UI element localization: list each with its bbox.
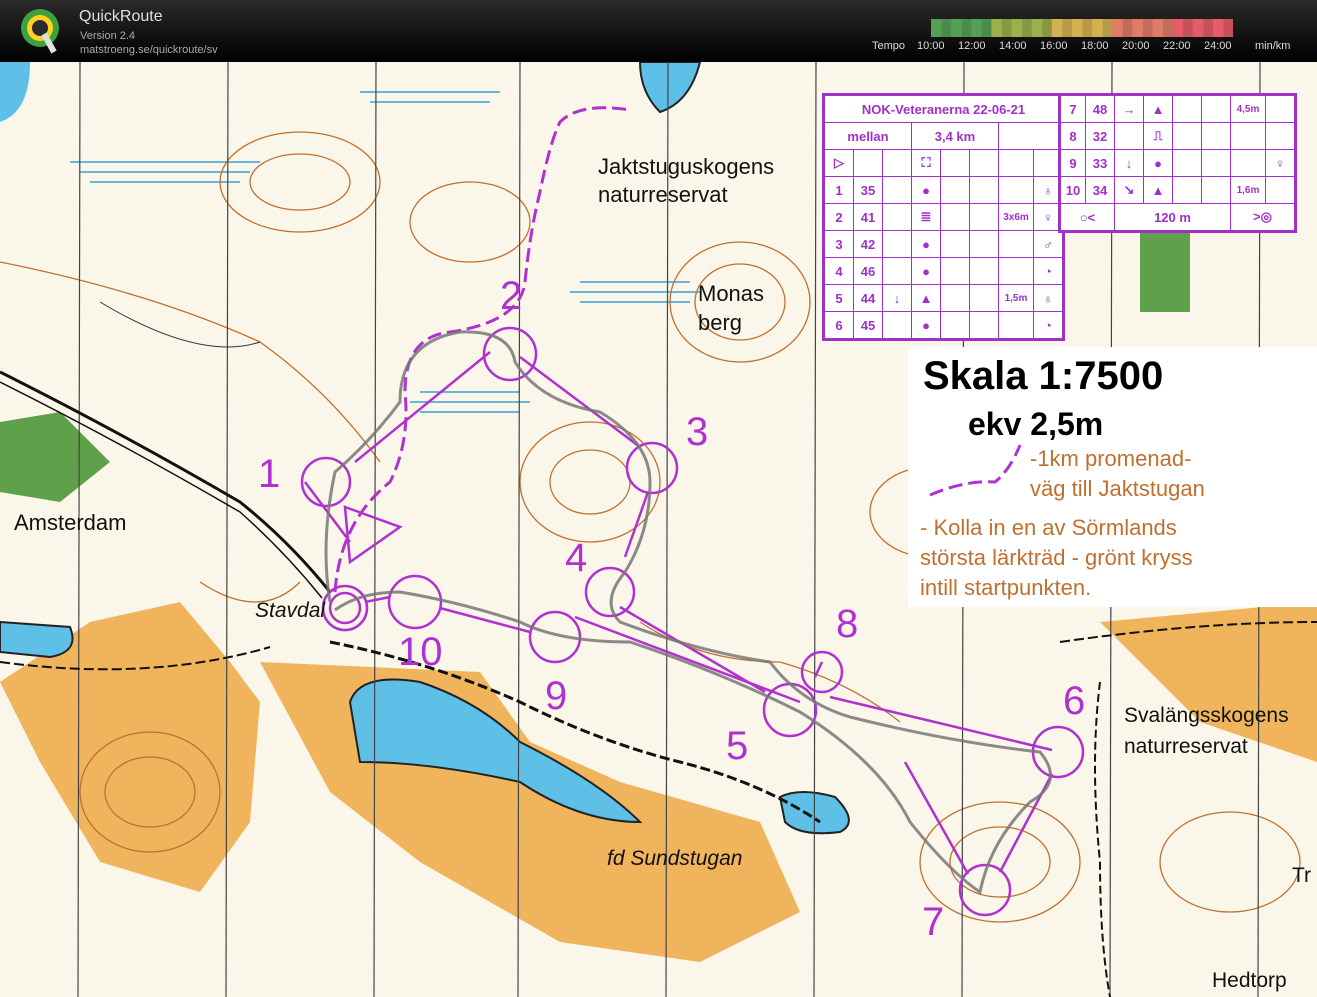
tempo-tick-4: 18:00 bbox=[1081, 40, 1109, 52]
tempo-swatch bbox=[1132, 19, 1143, 37]
quickroute-logo-icon bbox=[21, 9, 59, 54]
control-number-1[interactable]: 1 bbox=[258, 452, 280, 497]
tempo-tick-5: 20:00 bbox=[1122, 40, 1150, 52]
app-title: QuickRoute bbox=[79, 8, 163, 25]
control-description-left: NOK-Veteranerna 22-06-21 mellan 3,4 km ▷… bbox=[822, 93, 1065, 341]
place-monas-2: berg bbox=[698, 310, 743, 335]
control-number-4[interactable]: 4 bbox=[565, 536, 587, 581]
tempo-swatch bbox=[991, 19, 1002, 37]
scale-label: Skala 1:7500 bbox=[923, 354, 1164, 398]
tempo-tick-6: 22:00 bbox=[1163, 40, 1191, 52]
tempo-swatch bbox=[971, 19, 982, 37]
description-row: 7 48 → ▲ 4,5m bbox=[1060, 95, 1295, 123]
promenade-legend-icon bbox=[929, 444, 1022, 497]
tempo-swatch bbox=[1142, 19, 1153, 37]
tempo-swatch bbox=[1092, 19, 1103, 37]
tempo-swatch bbox=[1021, 19, 1033, 37]
description-table-2: 7 48 → ▲ 4,5m 8 32 ⎍ 9 33 ↓ ● ♀ 10 34 ↘ ▲ 1,6m … bbox=[1060, 95, 1295, 231]
tempo-label: Tempo bbox=[872, 40, 906, 52]
tempo-tick-1: 12:00 bbox=[958, 40, 986, 52]
green-area-east bbox=[1140, 232, 1190, 312]
description-row: 10 34 ↘ ▲ 1,6m bbox=[1060, 176, 1295, 204]
tree-note-2: största lärkträd - grönt kryss bbox=[920, 545, 1193, 570]
tempo-color-scale bbox=[931, 19, 1233, 37]
tempo-swatch bbox=[951, 19, 962, 37]
tempo-swatch bbox=[1061, 19, 1073, 37]
finish-distance: 120 m bbox=[1114, 203, 1231, 231]
path-note-2: väg till Jaktstugan bbox=[1030, 476, 1205, 501]
finish-start-icon: ○< bbox=[1060, 203, 1115, 231]
place-jaktstugu-2: naturreservat bbox=[598, 182, 728, 207]
tree-note-1: - Kolla in en av Sörmlands bbox=[920, 515, 1177, 540]
tempo-swatch bbox=[1172, 19, 1184, 37]
tempo-tick-0: 10:00 bbox=[917, 40, 945, 52]
tempo-swatch bbox=[961, 19, 972, 37]
description-row: 2 41 ≣ 3x6m ♀ bbox=[824, 203, 1063, 231]
tree-note-3: intill startpunkten. bbox=[920, 575, 1092, 600]
start-symbol: ▷ bbox=[824, 149, 854, 177]
place-hedtorp: Hedtorp bbox=[1212, 969, 1287, 992]
tempo-swatch bbox=[931, 19, 942, 37]
tempo-swatch bbox=[1082, 19, 1093, 37]
tempo-swatch bbox=[1011, 19, 1023, 37]
event-name: NOK-Veteranerna 22-06-21 bbox=[824, 95, 1063, 123]
description-row: 4 46 ● ◔ bbox=[824, 257, 1063, 285]
control-number-5[interactable]: 5 bbox=[726, 724, 748, 769]
tempo-tick-2: 14:00 bbox=[999, 40, 1027, 52]
description-row: 6 45 ● ◔ bbox=[824, 311, 1063, 339]
control-number-6[interactable]: 6 bbox=[1063, 679, 1085, 724]
course-class: mellan bbox=[824, 122, 912, 150]
contour-interval-label: ekv 2,5m bbox=[968, 406, 1104, 442]
place-amsterdam: Amsterdam bbox=[14, 510, 127, 535]
place-sundstugan: fd Sundstugan bbox=[607, 847, 743, 870]
control-number-7[interactable]: 7 bbox=[922, 900, 944, 945]
tempo-tick-7: 24:00 bbox=[1204, 40, 1232, 52]
place-stavdal: Stavdal bbox=[255, 599, 326, 622]
tempo-swatch bbox=[1182, 19, 1194, 37]
finish-end-icon: >◎ bbox=[1230, 203, 1295, 231]
control-number-3[interactable]: 3 bbox=[686, 410, 708, 455]
place-svalang-1: Svalängsskogens bbox=[1124, 704, 1289, 727]
tempo-swatch bbox=[941, 19, 952, 37]
description-row: 9 33 ↓ ● ♀ bbox=[1060, 149, 1295, 177]
description-row: 3 42 ● ♂ bbox=[824, 230, 1063, 258]
tempo-swatch bbox=[1162, 19, 1174, 37]
control-number-10[interactable]: 10 bbox=[398, 630, 443, 675]
app-url[interactable]: matstroeng.se/quickroute/sv bbox=[80, 44, 218, 56]
description-table: NOK-Veteranerna 22-06-21 mellan 3,4 km ▷… bbox=[824, 95, 1063, 339]
app-header: QuickRoute Version 2.4 matstroeng.se/qui… bbox=[0, 0, 1317, 62]
description-row: 8 32 ⎍ bbox=[1060, 122, 1295, 150]
place-tr: Tr bbox=[1292, 864, 1312, 887]
tempo-tick-3: 16:00 bbox=[1040, 40, 1068, 52]
tempo-swatch bbox=[1051, 19, 1063, 37]
tempo-swatch bbox=[1212, 19, 1224, 37]
tempo-swatch bbox=[1041, 19, 1053, 37]
tempo-unit: min/km bbox=[1255, 40, 1291, 52]
place-jaktstugu-1: Jaktstuguskogens bbox=[598, 154, 775, 179]
path-note-1: -1km promenad- bbox=[1030, 446, 1192, 471]
course-length: 3,4 km bbox=[911, 122, 999, 150]
place-svalang-2: naturreservat bbox=[1124, 735, 1248, 758]
control-number-8[interactable]: 8 bbox=[836, 602, 858, 647]
control-number-2[interactable]: 2 bbox=[500, 274, 522, 319]
tempo-swatch bbox=[1222, 19, 1233, 37]
tempo-swatch bbox=[1001, 19, 1013, 37]
app-version: Version 2.4 bbox=[80, 30, 136, 42]
tempo-swatch bbox=[1202, 19, 1214, 37]
tempo-swatch bbox=[1122, 19, 1133, 37]
description-row: 5 44 ↓ ▲ 1,5m ♁ bbox=[824, 284, 1063, 312]
tempo-swatch bbox=[1152, 19, 1164, 37]
start-feature-icon: ⛶ bbox=[911, 149, 941, 177]
description-row: 1 35 ● ♁ bbox=[824, 176, 1063, 204]
tempo-swatch bbox=[1112, 19, 1123, 37]
control-description-right: 7 48 → ▲ 4,5m 8 32 ⎍ 9 33 ↓ ● ♀ 10 34 ↘ ▲ 1,6m … bbox=[1058, 93, 1297, 233]
control-number-9[interactable]: 9 bbox=[545, 674, 567, 719]
tempo-swatch bbox=[1192, 19, 1204, 37]
tempo-swatch bbox=[1102, 19, 1113, 37]
tempo-swatch bbox=[1031, 19, 1043, 37]
pond-west bbox=[0, 620, 74, 659]
tempo-swatch bbox=[981, 19, 992, 37]
tempo-swatch bbox=[1071, 19, 1083, 37]
place-monas-1: Monas bbox=[698, 281, 765, 306]
